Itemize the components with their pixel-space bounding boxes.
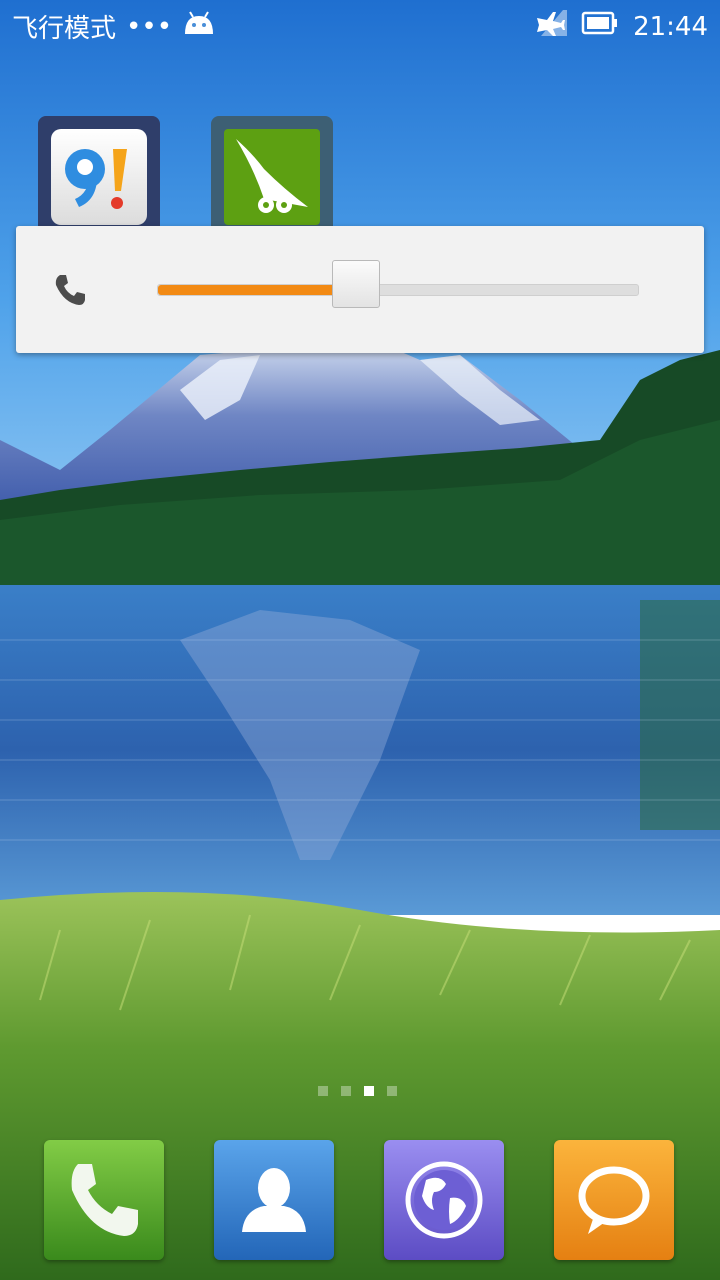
status-bar: 飞行模式 ••• 21:44	[0, 0, 720, 52]
wandoujia-app-icon[interactable]	[211, 116, 333, 238]
clock: 21:44	[633, 11, 708, 42]
page-dot-active	[364, 1086, 374, 1096]
page-dot	[341, 1086, 351, 1096]
contacts-app-icon[interactable]	[214, 1140, 334, 1260]
phone-icon	[52, 272, 88, 308]
android-icon	[182, 10, 216, 43]
page-dot	[318, 1086, 328, 1096]
91-assistant-app-icon[interactable]	[38, 116, 160, 238]
page-indicator	[318, 1086, 397, 1096]
dock	[0, 1122, 720, 1280]
volume-slider-track[interactable]	[157, 260, 639, 308]
battery-icon	[581, 11, 619, 42]
volume-slider-thumb[interactable]	[331, 260, 380, 308]
airplane-icon	[533, 8, 568, 45]
browser-app-icon[interactable]	[384, 1140, 504, 1260]
volume-panel	[16, 226, 704, 353]
messaging-app-icon[interactable]	[554, 1140, 674, 1260]
more-notifications-indicator: •••	[126, 11, 173, 42]
volume-slider-fill	[158, 285, 356, 295]
page-dot	[387, 1086, 397, 1096]
phone-app-icon[interactable]	[44, 1140, 164, 1260]
airplane-mode-label: 飞行模式	[12, 14, 117, 44]
